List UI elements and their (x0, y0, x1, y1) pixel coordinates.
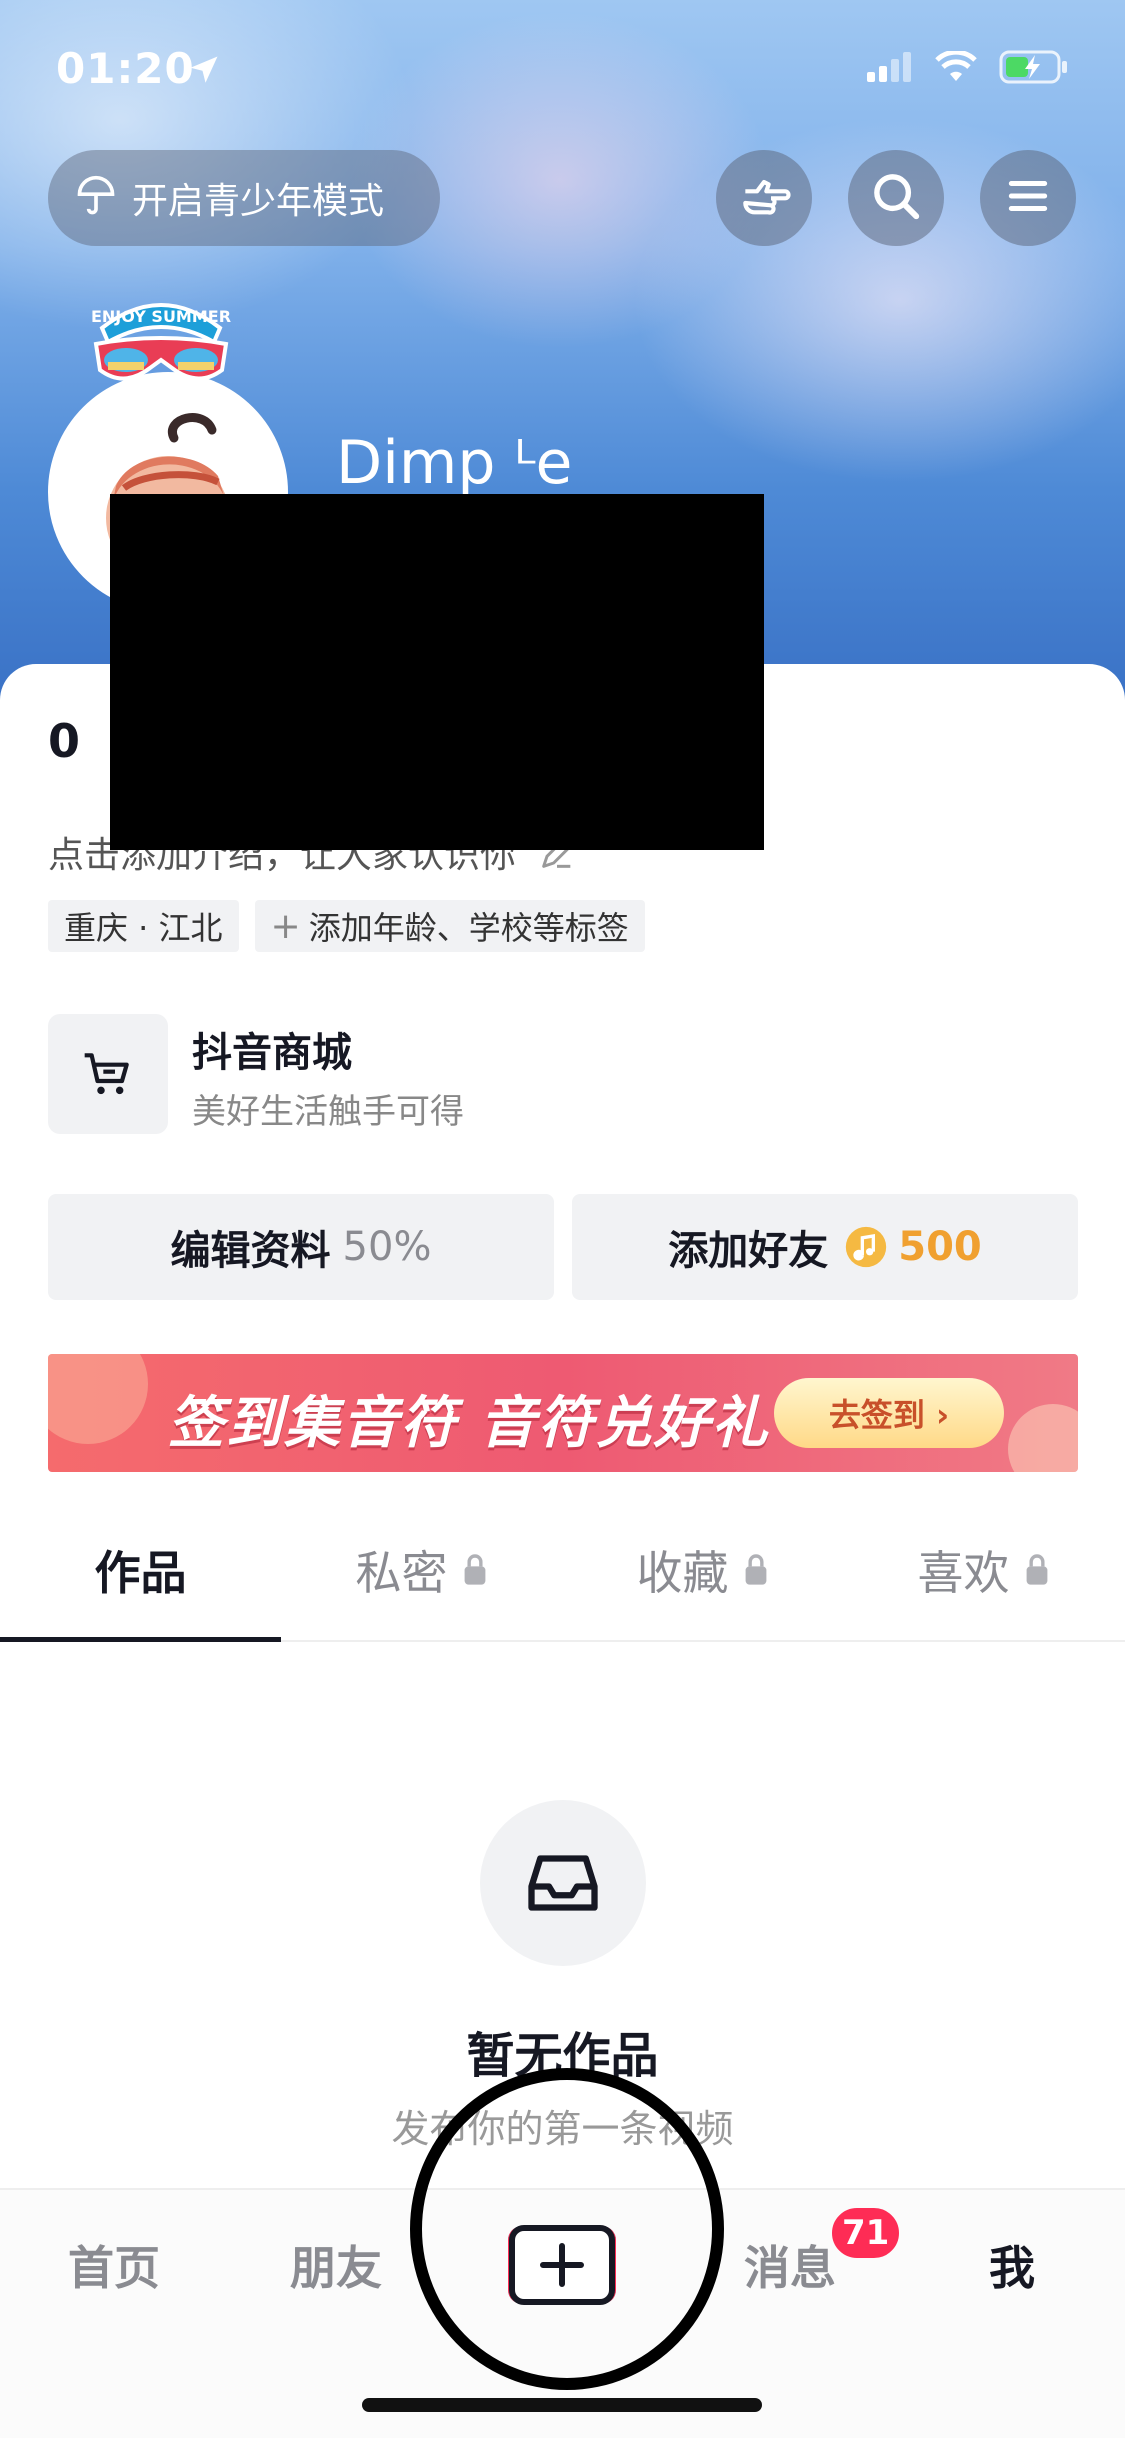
mall-subtitle: 美好生活触手可得 (192, 1092, 464, 1132)
redacted-region (110, 494, 764, 850)
lock-icon (743, 1543, 769, 1597)
checkin-banner[interactable]: 签到集音符 音符兑好礼 去签到 › (48, 1354, 1078, 1472)
tab-private[interactable]: 私密 (281, 1500, 562, 1640)
profile-tags: 重庆 · 江北 + 添加年龄、学校等标签 (48, 900, 645, 952)
lock-icon (1024, 1543, 1050, 1597)
content-tabs: 作品 私密 收藏 喜欢 (0, 1500, 1125, 1642)
teen-mode-label: 开启青少年模式 (132, 181, 385, 222)
empty-inbox-icon (480, 1800, 646, 1966)
add-tags-label: 添加年龄、学校等标签 (308, 909, 629, 947)
location-arrow-icon (186, 52, 222, 92)
battery-charging-icon (999, 50, 1069, 88)
tab-label: 私密 (355, 1546, 448, 1600)
wifi-icon (935, 49, 977, 87)
search-icon (869, 169, 923, 227)
teen-mode-button[interactable]: 开启青少年模式 (48, 150, 440, 246)
add-friend-label: 添加好友 (668, 1228, 829, 1274)
profile-completion: 50% (342, 1224, 432, 1270)
umbrella-icon (74, 174, 118, 222)
poke-button[interactable] (716, 150, 812, 246)
pointing-hand-icon (736, 168, 792, 228)
banner-text: 签到集音符 音符兑好礼 (168, 1391, 770, 1456)
add-friend-reward: 500 (898, 1224, 982, 1270)
hamburger-menu-icon (1003, 171, 1053, 225)
search-button[interactable] (848, 150, 944, 246)
tab-friends[interactable]: 朋友 (246, 2190, 426, 2340)
location-tag[interactable]: 重庆 · 江北 (48, 900, 239, 952)
add-tags-button[interactable]: + 添加年龄、学校等标签 (254, 900, 645, 952)
status-time: 01:20 (56, 44, 195, 93)
mall-title: 抖音商城 (192, 1030, 352, 1076)
lock-icon (462, 1543, 488, 1597)
edit-profile-label: 编辑资料 (170, 1228, 331, 1274)
tab-likes[interactable]: 喜欢 (843, 1500, 1124, 1640)
tab-label: 收藏 (636, 1546, 729, 1600)
tab-home[interactable]: 首页 (24, 2190, 204, 2340)
message-badge: 71 (828, 2204, 904, 2262)
douyin-mall-entry[interactable]: 抖音商城 美好生活触手可得 (48, 1014, 1078, 1134)
tab-favorites[interactable]: 收藏 (562, 1500, 843, 1640)
annotation-circle (410, 2068, 724, 2390)
tab-works[interactable]: 作品 (0, 1500, 281, 1642)
shopping-cart-icon (48, 1014, 168, 1134)
home-indicator (362, 2398, 762, 2412)
add-friend-button[interactable]: 添加好友 500 (572, 1194, 1078, 1300)
music-note-coin-icon (844, 1225, 888, 1269)
summer-sunglasses-sticker: ENJOY SUMMER (86, 288, 236, 402)
menu-button[interactable] (980, 150, 1076, 246)
checkin-button[interactable]: 去签到 › (774, 1378, 1004, 1448)
banner-decor (1008, 1404, 1078, 1472)
banner-decor (48, 1354, 148, 1444)
tab-me[interactable]: 我 (922, 2190, 1102, 2340)
edit-profile-button[interactable]: 编辑资料 50% (48, 1194, 554, 1300)
signal-icon (867, 52, 913, 86)
tab-label: 作品 (94, 1546, 187, 1600)
status-bar: 01:20 (56, 44, 1069, 94)
tab-label: 喜欢 (917, 1546, 1010, 1600)
username[interactable]: Dimp ᴸe (336, 428, 572, 498)
stats-count[interactable]: 0 (48, 714, 80, 768)
plus-icon: + (270, 905, 301, 947)
sticker-text: ENJOY SUMMER (91, 307, 231, 326)
